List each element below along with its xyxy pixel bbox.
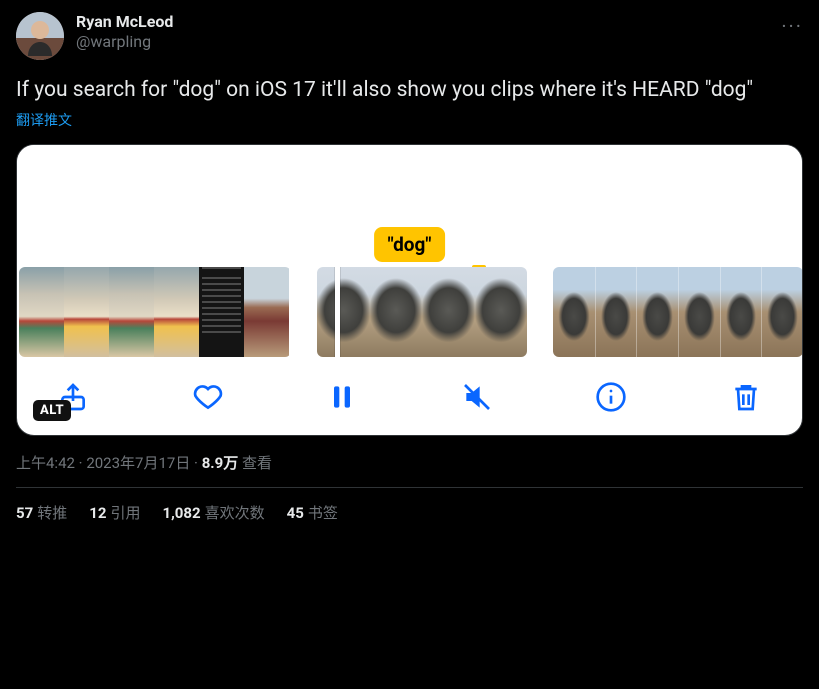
views-count: 8.9万: [202, 454, 239, 472]
stats-row: 57转推 12引用 1,082 喜欢次数 45书签: [16, 488, 803, 523]
bookmarks-stat[interactable]: 45书签: [287, 502, 338, 523]
timeline-frame: [244, 267, 289, 357]
caption-area: "dog": [17, 227, 802, 267]
retweets-count: 57: [16, 504, 33, 522]
quotes-stat[interactable]: 12引用: [89, 502, 140, 523]
trash-icon[interactable]: [728, 379, 764, 415]
likes-label: 喜欢次数: [205, 504, 265, 522]
tweet-container: Ryan McLeod @warpling ··· If you search …: [0, 0, 819, 523]
media-card[interactable]: "dog": [16, 144, 803, 436]
timeline-frame: [19, 267, 64, 357]
clip-group-1[interactable]: [19, 267, 291, 357]
handle[interactable]: @warpling: [76, 32, 173, 52]
likes-count: 1,082: [162, 504, 200, 522]
retweets-label: 转推: [37, 504, 67, 522]
timeline-frame: [475, 267, 528, 357]
alt-badge[interactable]: ALT: [33, 400, 71, 421]
timeline-frame: [761, 267, 803, 357]
tweet-header: Ryan McLeod @warpling ···: [16, 12, 803, 60]
caption-pill: "dog": [374, 227, 446, 262]
clip-group-3[interactable]: [553, 267, 803, 357]
info-icon[interactable]: [593, 379, 629, 415]
heart-icon[interactable]: [190, 379, 226, 415]
video-timeline[interactable]: [17, 267, 802, 357]
timeline-frame: [199, 267, 244, 357]
timeline-frame: [595, 267, 637, 357]
retweets-stat[interactable]: 57转推: [16, 502, 67, 523]
timeline-frame: [154, 267, 199, 357]
mute-icon[interactable]: [459, 379, 495, 415]
timeline-frame: [370, 267, 423, 357]
timeline-frame: [422, 267, 475, 357]
separator: ·: [190, 454, 201, 472]
bookmarks-count: 45: [287, 504, 304, 522]
timeline-frame: [720, 267, 762, 357]
display-name[interactable]: Ryan McLeod: [76, 12, 173, 32]
tweet-date[interactable]: 2023年7月17日: [86, 454, 190, 472]
media-toolbar: [17, 357, 802, 421]
playhead[interactable]: [335, 267, 340, 357]
media-top-space: [17, 145, 802, 227]
separator: ·: [75, 454, 86, 472]
timeline-frame: [317, 267, 370, 357]
avatar[interactable]: [16, 12, 64, 60]
timeline-frame: [109, 267, 154, 357]
timeline-frame: [678, 267, 720, 357]
tweet-text: If you search for "dog" on iOS 17 it'll …: [16, 76, 803, 104]
pause-icon[interactable]: [324, 379, 360, 415]
author-names: Ryan McLeod @warpling: [76, 12, 173, 52]
likes-stat[interactable]: 1,082 喜欢次数: [162, 502, 264, 523]
quotes-label: 引用: [110, 504, 140, 522]
clip-group-2[interactable]: [317, 267, 527, 357]
views-label: 查看: [238, 454, 272, 472]
timeline-frame: [553, 267, 595, 357]
timeline-frame: [64, 267, 109, 357]
timeline-frame: [636, 267, 678, 357]
meta-row: 上午4:42 · 2023年7月17日 · 8.9万 查看: [16, 452, 803, 473]
quotes-count: 12: [89, 504, 106, 522]
more-icon[interactable]: ···: [777, 10, 807, 42]
tweet-time[interactable]: 上午4:42: [16, 454, 75, 472]
bookmarks-label: 书签: [308, 504, 338, 522]
translate-link[interactable]: 翻译推文: [16, 110, 803, 130]
